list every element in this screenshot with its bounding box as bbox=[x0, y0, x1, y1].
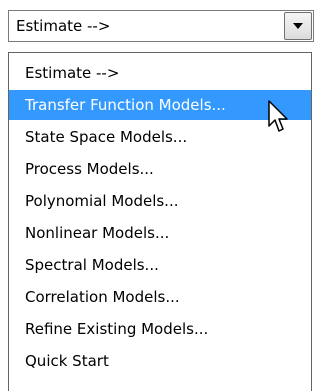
dropdown-button[interactable] bbox=[284, 12, 312, 40]
menu-item-process-models[interactable]: Process Models... bbox=[9, 154, 311, 184]
menu-item-correlation-models[interactable]: Correlation Models... bbox=[9, 282, 311, 312]
menu-item-quick-start[interactable]: Quick Start bbox=[9, 346, 311, 376]
menu-item-refine-existing[interactable]: Refine Existing Models... bbox=[9, 314, 311, 344]
chevron-down-icon bbox=[293, 23, 303, 29]
menu-item-spectral-models[interactable]: Spectral Models... bbox=[9, 250, 311, 280]
combobox-value: Estimate --> bbox=[16, 17, 111, 35]
menu-item-state-space[interactable]: State Space Models... bbox=[9, 122, 311, 152]
menu-item-nonlinear-models[interactable]: Nonlinear Models... bbox=[9, 218, 311, 248]
menu-item-estimate[interactable]: Estimate --> bbox=[9, 58, 311, 88]
estimate-combobox[interactable]: Estimate --> bbox=[8, 10, 314, 42]
menu-item-transfer-function[interactable]: Transfer Function Models... bbox=[9, 90, 311, 120]
dropdown-list[interactable]: Estimate --> Transfer Function Models...… bbox=[8, 52, 312, 391]
menu-item-polynomial-models[interactable]: Polynomial Models... bbox=[9, 186, 311, 216]
